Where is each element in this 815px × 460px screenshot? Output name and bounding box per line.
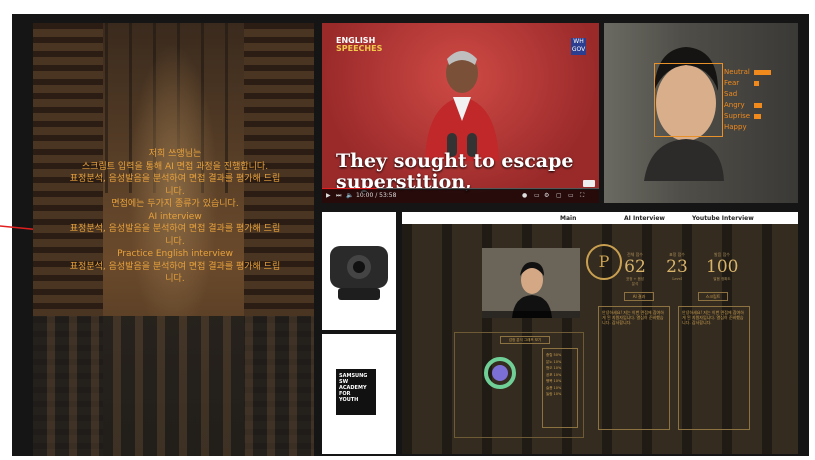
stat-sub: Level [672,277,682,281]
candidate-thumbnail [512,262,552,318]
emotion-label: Fear [724,79,740,87]
intro-line: Practice English interview [117,249,233,259]
score-emblem: P [586,244,622,280]
emotion-level-bar [754,114,761,119]
next-icon[interactable]: ⏭ [336,192,341,200]
emotion-label: Suprise [724,112,751,120]
theater-icon[interactable]: ▭ [568,192,574,199]
stat-value: 62 [624,257,646,277]
intro-line: 표정분석, 음성발음을 분석하여 면접 결과를 평가해 드립 [69,174,281,184]
intro-line: 표정분석, 음성발음을 분석하여 면접 결과를 평가해 드립 [69,261,281,272]
speech-video-player[interactable]: ENGLISH SPEECHES WH GOV They sought to e… [322,23,599,203]
intro-line: AI interview [148,211,202,222]
nav-main[interactable]: Main [560,215,576,222]
result-text-right: 안녕하세요! 저는 이번 면접에 참여하게 된 지원자입니다. 열심히 준비했습… [678,306,750,430]
webcam-icon [330,246,388,300]
settings-icon[interactable]: ⚙ [544,192,549,199]
samsung-academy-logo: SAMSUNG SW ACADEMY FOR YOUTH [322,334,396,454]
nav-youtube-interview[interactable]: Youtube Interview [692,215,754,222]
autoplay-toggle[interactable]: ● [522,192,527,199]
stat-pronunciation: 발음 점수 100 발음 정확도 [706,252,738,282]
script-button[interactable]: 스크립트 [698,292,728,301]
emotion-row: Happy [724,122,750,133]
intro-line: 니다. [165,186,185,197]
top-nav: Main AI Interview Youtube Interview [402,212,798,224]
speaker-figure [425,51,499,161]
stat-expression: 표정 점수 23 Level [666,252,688,281]
nav-ai-interview[interactable]: AI Interview [624,215,665,222]
stat-total: 전체 점수 62 표정 + 음성 분석 [624,252,646,287]
video-control-bar: ▶ ⏭ 🔈 10:00 / 53:58 ● ▭ ⚙ ▢ ▭ ⛶ [322,189,599,203]
youtube-icon [583,180,595,187]
volume-icon[interactable]: 🔈 [346,192,353,199]
emotion-row: Fear [724,78,760,89]
emotion-radar-chart [484,357,516,389]
fullscreen-icon[interactable]: ⛶ [580,192,584,200]
emotion-row: Angry [724,100,763,111]
ai-result-button[interactable]: AI 결과 [624,292,654,301]
emotion-row: Suprise [724,111,761,122]
result-text-left: 안녕하세요! 저는 이번 면접에 참여하게 된 지원자입니다. 열심히 준비했습… [598,306,670,430]
emotion-level-bar [754,103,763,108]
intro-line: 면접에는 두가지 종류가 있습니다. [111,199,239,209]
intro-text: 저희 쓰앵님는 스크립트 입력을 통해 AI 면접 과정을 진행합니다. 표정분… [50,148,300,286]
stat-sub: 표정 + 음성 분석 [625,277,645,286]
caption-line-1: They sought to escape [336,150,574,172]
stat-value: 100 [706,257,739,277]
emotion-percent-item: 놀람 10% [546,392,562,396]
video-time: 10:00 / 53:58 [356,192,397,199]
video-caption: They sought to escape superstition, [336,151,573,193]
emotion-graph-button[interactable]: 감정 분석 그래프 보기 [500,336,550,344]
webcam-product-image [322,212,396,330]
subtitles-icon[interactable]: ▭ [534,192,540,199]
emotion-label: Angry [724,101,745,109]
emotion-percent-list: 중립 50% 분노 10% 혐오 10% 공포 10% 행복 10% 슬픔 10% 놀람 1… [542,348,578,428]
interview-result-page: Main AI Interview Youtube Interview P 전체… [402,212,798,454]
emotion-label: Happy [724,123,747,131]
emotion-level-bar [754,70,771,75]
intro-line: 스크립트 입력을 통해 AI 면접 과정을 진행합니다. [81,161,269,172]
intro-line: 저희 쓰앵님는 [148,149,202,159]
webcam-emotion-panel: Neutral Fear Sad Angry Suprise Happy [604,23,798,203]
intro-line: 니다. [165,236,185,247]
intro-line: 표정분석, 음성발음을 분석하여 면접 결과를 평가해 드립 [69,224,281,234]
intro-line: 니다. [165,274,185,284]
emotion-label: Sad [724,90,738,98]
emotion-readout: Neutral Fear Sad Angry Suprise Happy [724,67,771,133]
wh-badge: WH GOV [571,38,586,55]
brand-bottom: SPEECHES [336,44,383,53]
face-detection-box [654,63,723,137]
interview-video-preview[interactable] [482,248,580,318]
miniplayer-icon[interactable]: ▢ [556,192,562,199]
preview-controls[interactable] [482,311,580,318]
logo-text: YOUTH [339,397,359,403]
play-icon[interactable]: ▶ [326,192,331,199]
emotion-row: Sad [724,89,750,100]
emotion-level-bar [754,81,760,86]
emotion-label: Neutral [724,68,750,76]
emotion-row: Neutral [724,67,771,78]
stat-sub: 발음 정확도 [713,277,731,281]
video-brand: ENGLISH SPEECHES [336,37,382,53]
stat-value: 23 [666,257,688,277]
